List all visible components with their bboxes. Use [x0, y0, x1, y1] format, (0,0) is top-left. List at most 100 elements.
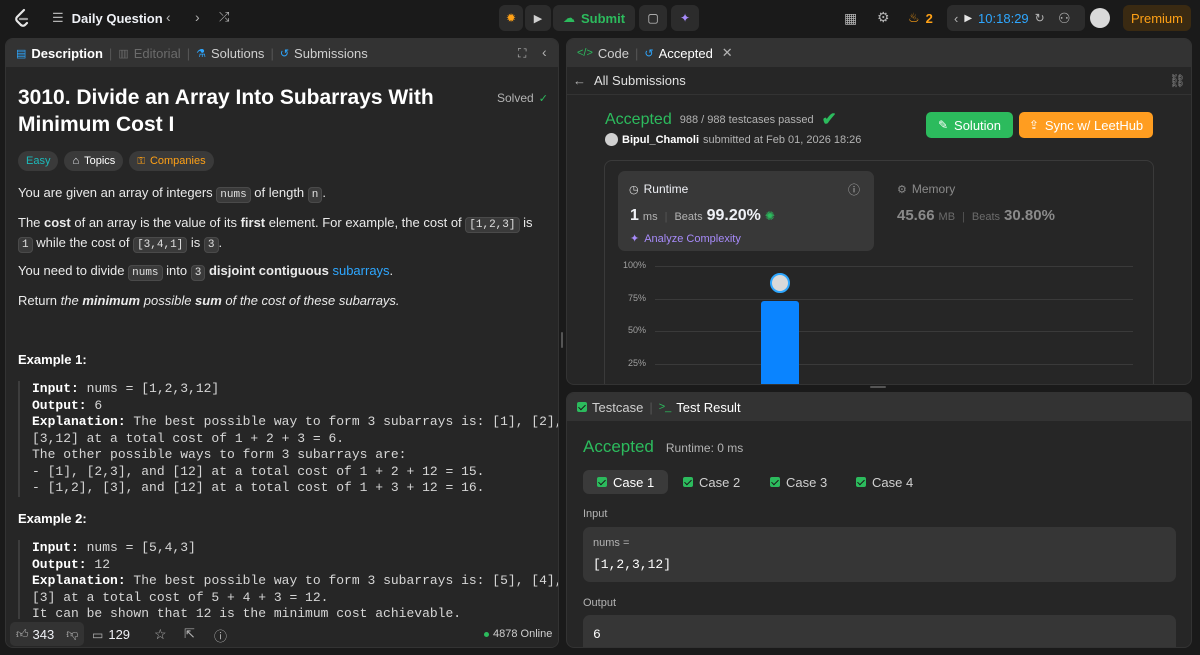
- flame-icon: ♨: [908, 10, 920, 25]
- notes-button[interactable]: ▢: [639, 5, 667, 31]
- share-icon[interactable]: ⇱: [184, 626, 195, 642]
- inline-code: nums: [216, 187, 251, 203]
- submit-button[interactable]: ☁ Submit: [553, 5, 635, 31]
- tab-code[interactable]: </> Code: [577, 46, 629, 61]
- avatar[interactable]: [1090, 8, 1110, 28]
- history-icon: ↺: [279, 47, 290, 60]
- desc-text: You need to divide: [18, 263, 129, 278]
- tab-testcase[interactable]: Testcase: [577, 400, 643, 415]
- solution-button[interactable]: ✎ Solution: [926, 112, 1013, 138]
- like-button[interactable]: 👍︎ 343 👎︎: [10, 622, 85, 646]
- difficulty-badge[interactable]: Easy: [18, 151, 59, 171]
- inline-code: 1: [18, 237, 33, 253]
- desc-text: You are given an array of integers: [18, 185, 217, 200]
- tab-testcase-label: Testcase: [592, 399, 644, 415]
- check-icon: [856, 477, 866, 487]
- example-1-title: Example 1:: [18, 352, 87, 367]
- example-text: The best possible way to form 3 subarray…: [125, 573, 559, 588]
- comments-button[interactable]: ▭ 129: [92, 627, 130, 642]
- case-tab-2[interactable]: Case 2: [669, 470, 754, 494]
- analyze-label: Analyze Complexity: [644, 232, 741, 245]
- add-user-icon[interactable]: ⚇: [1058, 10, 1071, 27]
- close-icon[interactable]: ✕: [722, 45, 733, 61]
- streak-counter[interactable]: ♨ 2: [908, 10, 933, 26]
- analyze-complexity-link[interactable]: ✦ Analyze Complexity: [630, 232, 741, 246]
- top-bar: ☰ Daily Question ‹ › ⤮ ✹ ▶ ☁ Submit ▢ ✦ …: [0, 0, 1200, 36]
- example-text: [3,12] at a total cost of 1 + 2 + 3 = 6.: [32, 430, 345, 446]
- result-runtime: Runtime: 0 ms: [665, 441, 744, 455]
- arrow-left-icon: ←: [573, 73, 586, 88]
- tab-accepted[interactable]: ↺ Accepted ✕: [644, 45, 732, 61]
- explanation-label: Explanation:: [32, 573, 126, 588]
- companies-chip[interactable]: ⚿ Companies: [129, 151, 214, 171]
- topics-chip[interactable]: ⌂ Topics: [64, 151, 124, 171]
- flask-icon: ⚗: [196, 47, 206, 60]
- collapse-icon[interactable]: ‹: [542, 44, 547, 60]
- clock-icon: ◷: [629, 183, 639, 196]
- problem-list-button[interactable]: ☰ Daily Question: [52, 10, 163, 26]
- topics-label: Topics: [84, 155, 116, 167]
- example-text: - [1], [2,3], and [12] at a total cost o…: [32, 463, 485, 479]
- next-problem-icon[interactable]: ›: [195, 9, 200, 25]
- tab-editorial[interactable]: ▥ Editorial: [118, 46, 180, 61]
- runtime-value: 1: [630, 207, 639, 224]
- bug-icon: ✹: [505, 11, 517, 25]
- case-tab-3[interactable]: Case 3: [756, 470, 841, 494]
- expand-icon[interactable]: ⛶: [518, 46, 526, 61]
- sparkle-icon: ✦: [630, 233, 640, 245]
- leetcode-logo[interactable]: [12, 8, 32, 28]
- shuffle-icon[interactable]: ⤮: [219, 9, 229, 25]
- help-icon[interactable]: ⓘ: [214, 626, 227, 645]
- debug-button[interactable]: ✹: [499, 5, 523, 31]
- back-to-submissions[interactable]: ← All Submissions: [573, 73, 686, 88]
- output-value: 6: [593, 627, 601, 642]
- inline-code: n: [307, 187, 323, 203]
- inline-code: 3: [190, 265, 206, 281]
- testcase-panel: Testcase | >_ Test Result Accepted Runti…: [566, 392, 1192, 648]
- checkmark-icon: ✔: [821, 109, 837, 129]
- check-icon: [770, 477, 780, 487]
- ai-button[interactable]: ✦: [671, 5, 699, 31]
- play-icon: ▶: [964, 12, 973, 24]
- problem-title: 3010. Divide an Array Into Subarrays Wit…: [18, 86, 434, 136]
- tab-description[interactable]: ▤ Description: [16, 46, 103, 61]
- vertical-splitter[interactable]: [561, 332, 563, 348]
- testcase-tabbar: Testcase | >_ Test Result: [567, 393, 1191, 421]
- case-tab-1[interactable]: Case 1: [583, 470, 669, 494]
- desc-text: The: [18, 215, 45, 230]
- sync-leethub-button[interactable]: ⇪ Sync w/ LeetHub: [1019, 112, 1153, 138]
- tab-submissions[interactable]: ↺ Submissions: [280, 46, 368, 61]
- runtime-header: ◷ Runtime: [629, 182, 688, 196]
- example-text: - [1,2], [3], and [12] at a total cost o…: [32, 480, 485, 495]
- runtime-card[interactable]: ◷ Runtime ⓘ 1 ms | Beats 99.20% ✺ ✦ Anal…: [618, 171, 874, 251]
- link-icon[interactable]: ⛓: [1169, 73, 1186, 89]
- desc-italic: of the cost of these subarrays.: [221, 293, 400, 308]
- solution-label: Solution: [954, 117, 1002, 133]
- memory-values: 45.66 MB | Beats 30.80%: [897, 207, 1055, 224]
- info-icon[interactable]: ⓘ: [848, 181, 860, 198]
- memory-beats-label: Beats: [971, 211, 1001, 223]
- gear-icon[interactable]: ⚙: [877, 9, 890, 26]
- tab-editorial-label: Editorial: [133, 45, 181, 61]
- tab-divider: |: [186, 45, 191, 61]
- case-label: Case 2: [699, 474, 741, 490]
- case-label: Case 4: [872, 474, 914, 490]
- description-paragraph-3: You need to divide nums into 3 disjoint …: [18, 262, 548, 282]
- username[interactable]: Bipul_Chamoli: [622, 134, 699, 146]
- memory-card[interactable]: ⚙ Memory 45.66 MB | Beats 30.80%: [887, 171, 1137, 251]
- memory-value: 45.66: [897, 207, 935, 224]
- premium-button[interactable]: Premium: [1123, 5, 1191, 31]
- prev-problem-icon[interactable]: ‹: [166, 9, 171, 25]
- tab-solutions[interactable]: ⚗ Solutions: [196, 46, 264, 61]
- tab-test-result[interactable]: >_ Test Result: [659, 400, 741, 415]
- runtime-label: Runtime: [643, 182, 689, 196]
- submitted-at: submitted at Feb 01, 2026 18:26: [703, 133, 862, 146]
- case-tab-4[interactable]: Case 4: [842, 470, 927, 494]
- layout-icon[interactable]: ▦: [844, 10, 857, 27]
- run-button[interactable]: ▶: [525, 5, 551, 31]
- star-icon[interactable]: ☆: [154, 626, 167, 643]
- subarrays-link[interactable]: subarrays: [332, 263, 389, 278]
- horizontal-splitter[interactable]: [870, 386, 886, 388]
- code-tabbar: </> Code | ↺ Accepted ✕: [567, 39, 1191, 67]
- desc-text: of length: [250, 185, 308, 200]
